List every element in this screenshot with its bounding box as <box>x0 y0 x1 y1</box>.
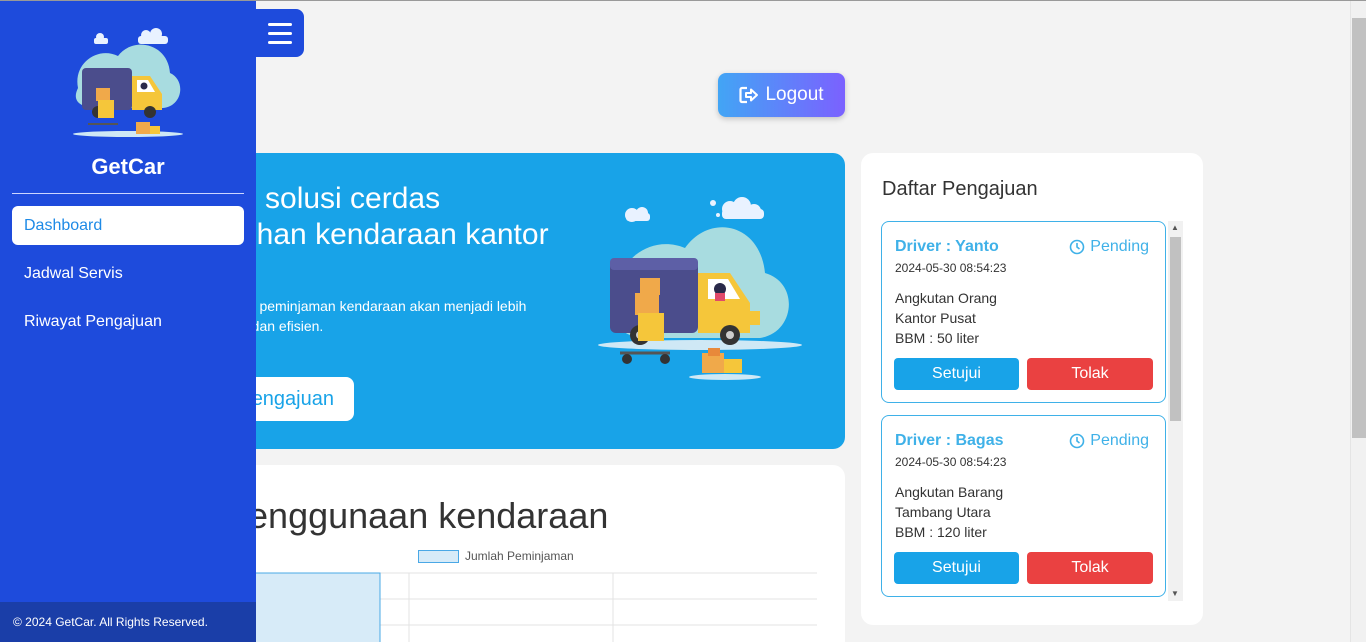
approve-button[interactable]: Setujui <box>894 552 1019 584</box>
approve-button[interactable]: Setujui <box>894 358 1019 390</box>
submission-item: Driver : Yanto Pending 2024-05-30 08:54:… <box>881 221 1166 403</box>
fuel-amount: BBM : 120 liter <box>895 524 987 540</box>
page-scrollbar-thumb[interactable] <box>1352 18 1366 438</box>
submission-list[interactable]: Driver : Yanto Pending 2024-05-30 08:54:… <box>881 221 1183 601</box>
reject-button[interactable]: Tolak <box>1027 358 1153 390</box>
chart-title: k penggunaan kendaraan <box>200 495 609 536</box>
submission-date: 2024-05-30 08:54:23 <box>895 261 1007 275</box>
status-label: Pending <box>1090 238 1149 255</box>
sidebar-footer: © 2024 GetCar. All Rights Reserved. <box>0 602 256 642</box>
hero-banner: r, solusi cerdas uhan kendaraan kantor a… <box>170 153 845 449</box>
clock-icon <box>1069 433 1085 449</box>
location: Tambang Utara <box>895 504 991 520</box>
page-scrollbar[interactable] <box>1350 0 1366 642</box>
scroll-down-arrow-icon[interactable]: ▼ <box>1171 589 1179 598</box>
chart-plot-area <box>170 572 817 642</box>
legend-label: Jumlah Peminjaman <box>465 549 574 563</box>
hamburger-icon <box>268 40 292 44</box>
logout-label: Logout <box>765 84 824 105</box>
sidebar-item-riwayat-pengajuan[interactable]: Riwayat Pengajuan <box>12 302 244 341</box>
delivery-truck-illustration <box>598 197 802 380</box>
sidebar-item-jadwal-servis[interactable]: Jadwal Servis <box>12 254 244 293</box>
logout-button[interactable]: Logout <box>718 73 845 117</box>
menu-toggle-button[interactable] <box>256 9 304 57</box>
submission-item: Driver : Bagas Pending 2024-05-30 08:54:… <box>881 415 1166 597</box>
submission-date: 2024-05-30 08:54:23 <box>895 455 1007 469</box>
transport-type: Angkutan Barang <box>895 484 1004 500</box>
hamburger-icon <box>268 22 292 26</box>
hamburger-icon <box>268 31 292 35</box>
getcar-logo-illustration <box>73 28 183 137</box>
status-badge: Pending <box>1069 432 1149 450</box>
driver-name: Driver : Bagas <box>895 432 1004 449</box>
chart-legend[interactable]: Jumlah Peminjaman <box>418 549 574 563</box>
list-scrollbar-thumb[interactable] <box>1170 237 1181 421</box>
submission-list-card: Daftar Pengajuan Driver : Yanto Pending … <box>861 153 1203 625</box>
sidebar-divider <box>12 193 244 194</box>
sidebar-item-label: Dashboard <box>24 216 103 234</box>
sidebar-item-dashboard[interactable]: Dashboard <box>12 206 244 245</box>
scroll-up-arrow-icon[interactable]: ▲ <box>1171 223 1179 232</box>
location: Kantor Pusat <box>895 310 976 326</box>
hero-description: ar, peminjaman kendaraan akan menjadi le… <box>240 296 600 336</box>
reject-button[interactable]: Tolak <box>1027 552 1153 584</box>
hero-text-line: t, dan efisien. <box>240 318 324 334</box>
submission-details: Angkutan Orang Kantor Pusat BBM : 50 lit… <box>895 288 997 348</box>
logout-icon <box>739 86 759 104</box>
driver-name: Driver : Yanto <box>895 238 999 255</box>
brand-name: GetCar <box>91 154 165 179</box>
legend-swatch <box>418 549 459 563</box>
window-top-border <box>0 0 1366 1</box>
transport-type: Angkutan Orang <box>895 290 997 306</box>
fuel-amount: BBM : 50 liter <box>895 330 980 346</box>
sidebar-item-label: Riwayat Pengajuan <box>24 312 162 330</box>
submission-list-title: Daftar Pengajuan <box>882 178 1038 200</box>
usage-chart-card: k penggunaan kendaraan Jumlah Peminjaman <box>170 465 845 642</box>
sidebar: GetCar Dashboard Jadwal Servis Riwayat P… <box>0 0 256 642</box>
list-scrollbar[interactable]: ▲ ▼ <box>1168 221 1183 601</box>
hero-text-line: ar, peminjaman kendaraan akan menjadi le… <box>240 298 527 314</box>
sidebar-item-label: Jadwal Servis <box>24 264 123 282</box>
submission-details: Angkutan Barang Tambang Utara BBM : 120 … <box>895 482 1003 542</box>
clock-icon <box>1069 239 1085 255</box>
status-badge: Pending <box>1069 238 1149 256</box>
status-label: Pending <box>1090 432 1149 449</box>
